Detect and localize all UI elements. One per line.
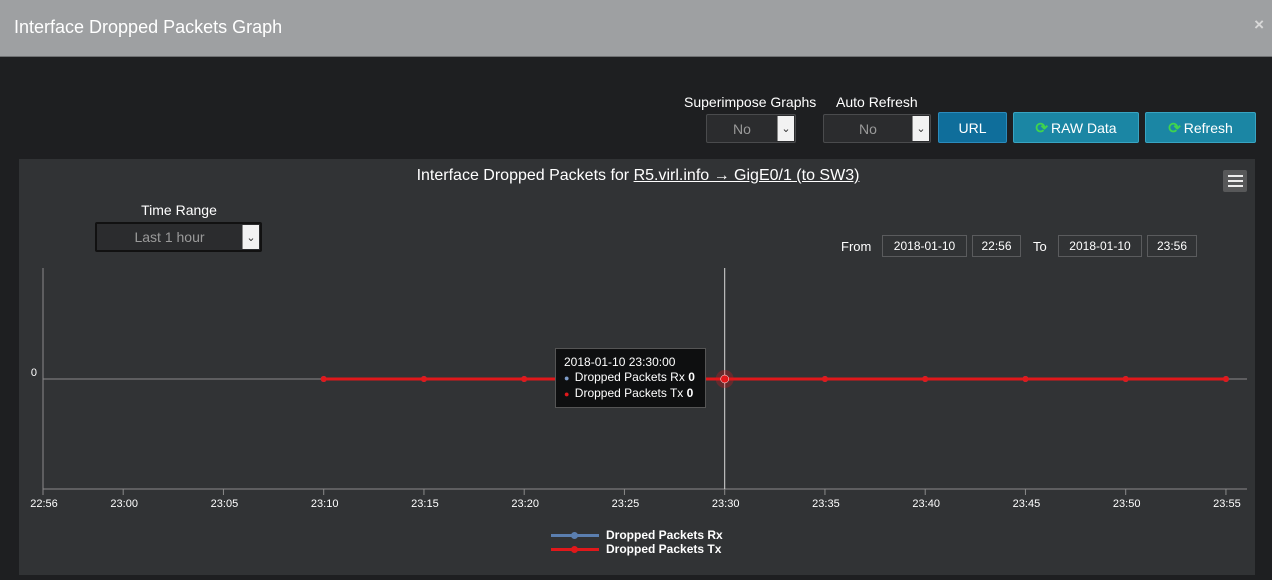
x-tick-label: 22:56	[30, 498, 58, 510]
x-tick-label: 23:15	[411, 498, 439, 510]
x-tick-label: 23:05	[211, 498, 239, 510]
data-point-tx	[420, 376, 427, 382]
x-tick-label: 23:20	[511, 498, 539, 510]
x-tick-label: 23:40	[912, 498, 940, 510]
data-point-tx	[1222, 376, 1229, 382]
x-tick-label: 23:30	[712, 498, 740, 510]
hover-tooltip: 2018-01-10 23:30:00 ● Dropped Packets Rx…	[555, 348, 706, 408]
data-point-tx	[320, 376, 327, 382]
chart-legend: Dropped Packets Rx Dropped Packets Tx	[551, 528, 723, 556]
x-tick-label: 23:25	[612, 498, 640, 510]
x-tick-label: 23:00	[110, 498, 138, 510]
tooltip-tx-value: 0	[686, 386, 694, 400]
rx-marker-icon: ●	[564, 373, 570, 383]
data-point-tx	[521, 376, 528, 382]
legend-tx-line	[551, 545, 599, 553]
legend-rx-line	[551, 531, 599, 539]
data-point-tx	[1022, 376, 1029, 382]
legend-tx-label: Dropped Packets Tx	[606, 542, 722, 556]
tooltip-rx-value: 0	[688, 370, 695, 384]
hover-point	[720, 374, 729, 384]
tooltip-rx-label: Dropped Packets Rx	[574, 370, 685, 384]
tx-marker-icon: ●	[564, 389, 570, 399]
data-point-tx	[821, 376, 828, 382]
x-tick-label: 23:45	[1013, 498, 1041, 510]
x-tick-label: 23:35	[812, 498, 840, 510]
tooltip-tx-row: ● Dropped Packets Tx 0	[564, 386, 697, 402]
tooltip-rx-row: ● Dropped Packets Rx 0	[564, 370, 697, 386]
x-tick-label: 23:50	[1113, 498, 1141, 510]
tooltip-tx-label: Dropped Packets Tx	[574, 386, 684, 400]
y-tick-label: 0	[31, 367, 37, 379]
legend-rx-label: Dropped Packets Rx	[606, 528, 723, 542]
data-point-tx	[1122, 376, 1129, 382]
legend-item-tx[interactable]: Dropped Packets Tx	[551, 542, 723, 556]
chart-plot: 22:56 23:00 23:05 23:10 23:15 23:20 23:25 23:30…	[30, 268, 1247, 510]
tooltip-time: 2018-01-10 23:30:00	[564, 355, 676, 369]
x-tick-label: 23:10	[311, 498, 339, 510]
x-tick-label: 23:55	[1213, 498, 1241, 510]
data-point-tx	[922, 376, 929, 382]
legend-item-rx[interactable]: Dropped Packets Rx	[551, 528, 723, 542]
